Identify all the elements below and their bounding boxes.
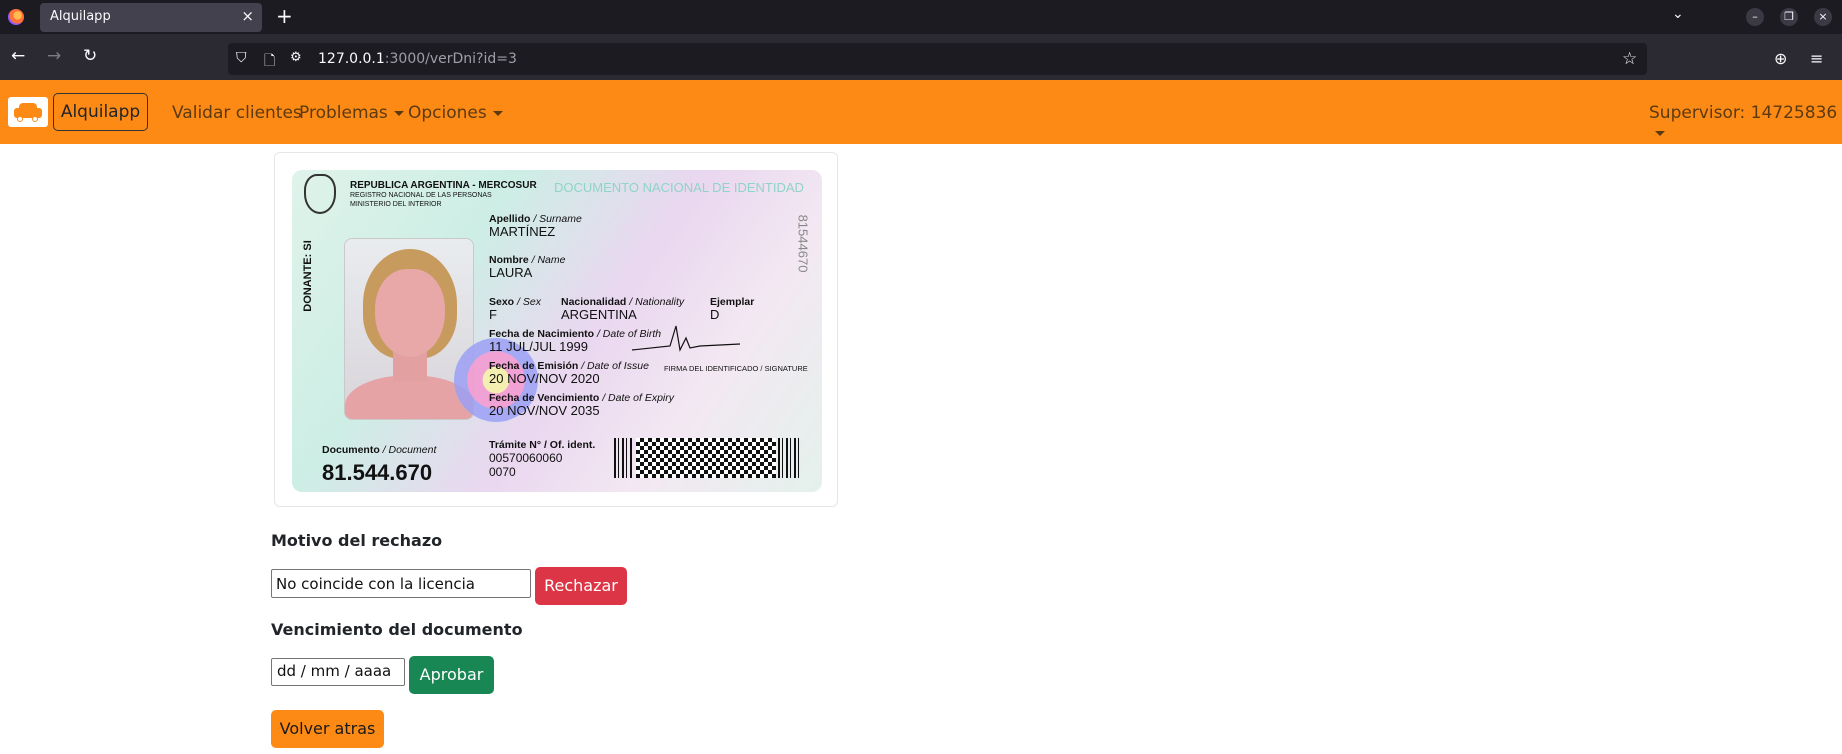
dni-nationality: ARGENTINA (561, 307, 637, 322)
bookmark-star-icon[interactable]: ☆ (1622, 49, 1637, 69)
firefox-logo-icon (8, 9, 24, 25)
url-host: 127.0.0.1 (318, 51, 385, 67)
chevron-down-icon (1655, 130, 1665, 136)
dni-tramite: 00570060060 (489, 451, 563, 465)
tracking-shield-icon[interactable]: ⛉ (236, 50, 247, 66)
dni-registry: REGISTRO NACIONAL DE LAS PERSONAS (350, 192, 492, 199)
dni-signature-label: FIRMA DEL IDENTIFICADO / SIGNATURE (664, 364, 808, 373)
dni-image-card: REPUBLICA ARGENTINA - MERCOSUR REGISTRO … (274, 152, 838, 507)
document-expiry-label: Vencimiento del documento (271, 620, 523, 639)
dni-photo (344, 238, 474, 420)
url-path: :3000/verDni?id=3 (384, 51, 517, 67)
nav-problemas-dropdown[interactable]: Problemas (299, 103, 404, 123)
forward-icon[interactable]: → (47, 47, 61, 65)
browser-tab[interactable]: Alquilapp × (40, 3, 262, 32)
tab-close-icon[interactable]: × (241, 7, 254, 25)
back-icon[interactable]: ← (11, 47, 25, 65)
nav-opciones-label: Opciones (408, 103, 487, 123)
nav-opciones-dropdown[interactable]: Opciones (408, 103, 503, 123)
dni-ministry: MINISTERIO DEL INTERIOR (350, 201, 442, 208)
dni-side-number: 81544670 (795, 214, 811, 273)
chevron-down-icon (492, 110, 503, 116)
list-tabs-icon[interactable]: ⌄ (1672, 6, 1684, 22)
reject-reason-input[interactable] (271, 569, 531, 598)
car-logo-icon[interactable] (8, 97, 48, 127)
document-expiry-date-input[interactable]: dd / mm / aaaa (271, 658, 405, 686)
pocket-icon[interactable]: ⊕ (1774, 49, 1787, 68)
dni-expiry: 20 NOV/NOV 2035 (489, 403, 600, 418)
app-navbar: Alquilapp Validar clientes Problemas Opc… (0, 80, 1842, 144)
url-text[interactable]: 127.0.0.1:3000/verDni?id=3 (318, 51, 517, 67)
browser-tab-bar: Alquilapp × + ⌄ – ❐ × (0, 0, 1842, 34)
dni-birth: 11 JUL/JUL 1999 (489, 339, 589, 354)
dni-title: DOCUMENTO NACIONAL DE IDENTIDAD (554, 180, 804, 195)
tab-title: Alquilapp (50, 9, 111, 24)
chevron-down-icon (393, 110, 404, 116)
barcode-left (614, 438, 634, 478)
restore-icon[interactable]: ❐ (1780, 8, 1798, 26)
signature-drawing (631, 325, 741, 352)
dni-tramite-2: 0070 (489, 465, 516, 479)
hamburger-menu-icon[interactable]: ≡ (1810, 49, 1823, 68)
dni-2d-barcode (636, 438, 776, 478)
dni-document-image: REPUBLICA ARGENTINA - MERCOSUR REGISTRO … (292, 170, 822, 492)
dni-donor: DONANTE: SI (301, 240, 314, 312)
reload-icon[interactable]: ↻ (83, 47, 97, 65)
nav-validar-clientes[interactable]: Validar clientes (172, 103, 302, 123)
reject-button[interactable]: Rechazar (535, 567, 627, 605)
permissions-icon[interactable]: ⚙ (290, 50, 302, 65)
page-info-icon[interactable]: 🗋 (264, 50, 275, 74)
dni-name: LAURA (489, 265, 533, 280)
dni-surname: MARTÍNEZ (489, 224, 556, 239)
dni-sex: F (489, 307, 497, 322)
close-window-icon[interactable]: × (1814, 8, 1832, 26)
dni-document-number: 81.544.670 (322, 460, 433, 485)
new-tab-icon[interactable]: + (276, 4, 293, 28)
back-button[interactable]: Volver atras (271, 710, 384, 748)
nav-problemas-label: Problemas (299, 103, 388, 123)
dni-document-label: Documento / Document (322, 444, 437, 456)
argentina-seal-icon (304, 174, 336, 214)
reject-reason-label: Motivo del rechazo (271, 531, 443, 550)
dni-issue: 20 NOV/NOV 2020 (489, 371, 600, 386)
dni-country: REPUBLICA ARGENTINA - MERCOSUR (350, 180, 537, 191)
approve-button[interactable]: Aprobar (409, 656, 494, 694)
dni-tramite-label: Trámite N° / Of. ident. (489, 439, 596, 451)
minimize-icon[interactable]: – (1746, 8, 1764, 26)
barcode-right (778, 438, 800, 478)
user-dropdown[interactable]: Supervisor: 14725836 (1649, 103, 1842, 143)
brand-button[interactable]: Alquilapp (53, 93, 148, 131)
user-label: Supervisor: 14725836 (1649, 103, 1838, 123)
